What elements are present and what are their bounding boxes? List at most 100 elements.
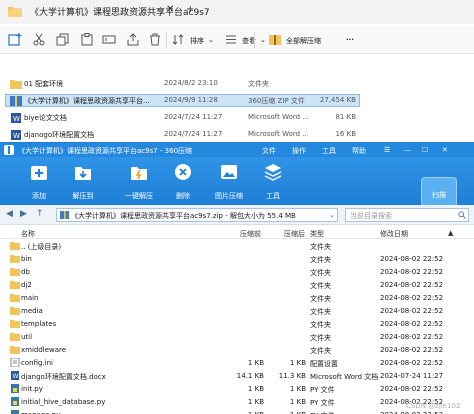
modified-date: 2024-08-02 22:52 (380, 255, 444, 263)
table-row[interactable]: db 文件夹 2024-08-02 22:52 (0, 266, 474, 278)
original-size: 1 KB (289, 359, 306, 367)
zip-app-icon (4, 145, 14, 155)
paste-icon[interactable] (80, 33, 94, 46)
table-row[interactable]: config.ini 1 KB 1 KB 配置设置 2024-08-02 22:52 (0, 357, 474, 369)
folder-icon (10, 268, 20, 276)
add-button[interactable]: 添加 (22, 163, 56, 203)
sort-button[interactable]: 排序 (190, 36, 204, 46)
zip-file-icon (10, 96, 22, 106)
menu-operate[interactable]: 操作 (292, 146, 306, 156)
file-name: .. (上级目录) (21, 243, 62, 251)
new-item-icon[interactable] (8, 33, 22, 46)
modified-date: 2024-08-02 22:52 (380, 320, 444, 328)
table-row[interactable]: bin 文件夹 2024-08-02 22:52 (0, 253, 474, 265)
search-input[interactable]: 当前目录搜索 (345, 208, 469, 222)
table-row[interactable]: util 文件夹 2024-08-02 22:52 (0, 331, 474, 343)
menu-tools[interactable]: 工具 (322, 146, 336, 156)
table-row[interactable]: initial_hive_database.py 1 KB 1 KB PY 文件 202… (0, 396, 474, 408)
original-size: 1 KB (289, 398, 306, 406)
extract-to-button[interactable]: 解压到 (66, 163, 100, 203)
file-type: 文件夹 (310, 243, 331, 251)
archive-file-list: .. (上级目录) 文件夹 bin 文件夹 2024-08-02 22:52 db 文件夹 2… (0, 240, 474, 414)
compressed-size: 1 KB (247, 398, 264, 406)
back-icon[interactable]: ◀ (6, 209, 13, 219)
close-tab-icon[interactable]: ✕ (166, 4, 174, 15)
watermark: CSDN @zjie102 (406, 402, 461, 410)
image-compress-icon (221, 165, 237, 179)
share-icon[interactable] (126, 33, 140, 46)
forward-icon[interactable]: ▶ (20, 209, 27, 219)
svg-text:W: W (13, 132, 20, 140)
view-icon[interactable] (224, 33, 238, 46)
copy-icon[interactable] (56, 33, 70, 46)
tools-button[interactable]: 工具 (256, 163, 290, 203)
table-row[interactable]: manage.py1 KB1 KBPY 文件2024-08-02 22:52 (0, 409, 474, 414)
maximize-icon[interactable]: ☐ (422, 146, 428, 154)
scan-button[interactable]: 扫描 (421, 177, 457, 207)
python-file-icon (11, 384, 19, 393)
up-folder-icon[interactable]: ↑ (36, 209, 44, 219)
table-row[interactable]: templates 文件夹 2024-08-02 22:52 (0, 318, 474, 330)
new-tab-icon[interactable]: + (186, 4, 194, 15)
sort-icon[interactable] (172, 33, 186, 46)
file-name: templates (21, 320, 57, 328)
table-row[interactable]: init.py 1 KB 1 KB PY 文件 2024-08-02 22:52 (0, 383, 474, 395)
zip-ribbon-toolbar: 添加 解压到 一键解压 删除 图片压缩 工具 扫描 (0, 157, 474, 207)
table-row[interactable]: media 文件夹 2024-08-02 22:52 (0, 305, 474, 317)
menu-help[interactable]: 帮助 (352, 146, 366, 156)
list-item-selected[interactable]: 《大学计算机》课程思政资源共享平台... 2024/9/9 11:28 360压… (0, 94, 474, 107)
one-click-extract-button[interactable]: 一键解压 (122, 163, 156, 203)
modified-date: 2024-08-02 22:52 (380, 385, 444, 393)
column-uncompressed[interactable]: 压缩后 (284, 229, 305, 239)
file-explorer-window: 《大学计算机》课程思政资源共享平台ac9s7 ✕ + 排序 ⌄ 查看 ⌄ 全部解… (0, 0, 474, 150)
table-row[interactable]: main 文件夹 2024-08-02 22:52 (0, 292, 474, 304)
more-options-icon[interactable]: ··· (346, 36, 354, 44)
cut-icon[interactable] (32, 33, 46, 46)
original-size: 11.3 KB (278, 372, 306, 380)
list-item[interactable]: W djanogo环境配置文档 2024/7/24 11:27 Microsof… (0, 129, 474, 141)
list-item[interactable]: 01 配套环境 2024/8/2 23:10 文件夹 (0, 78, 474, 90)
compressed-size: 1 KB (247, 359, 264, 367)
table-row[interactable]: .. (上级目录) 文件夹 (0, 240, 474, 252)
zip-window-title: 《大学计算机》课程思政资源共享平台ac9s7 - 360压缩 (18, 147, 193, 155)
extract-all-button[interactable]: 全部解压缩 (286, 36, 321, 46)
chevron-down-icon[interactable]: ⌄ (260, 36, 266, 44)
chevron-down-icon[interactable]: ⌄ (208, 36, 214, 44)
skin-icon[interactable]: ☰ (384, 146, 390, 154)
folder-icon (10, 80, 22, 89)
toolbar-divider (166, 32, 167, 48)
folder-icon (10, 307, 20, 315)
file-type: Microsoft Word 文档 (310, 373, 379, 381)
file-type: 文件夹 (310, 308, 331, 316)
chevron-down-icon[interactable]: ⌄ (329, 211, 335, 219)
file-name: util (21, 333, 33, 341)
file-type: PY 文件 (310, 386, 335, 394)
file-type: PY 文件 (310, 399, 335, 407)
folder-icon (10, 294, 20, 302)
delete-icon[interactable] (148, 33, 162, 46)
minimize-icon[interactable]: — (404, 146, 411, 154)
table-row[interactable]: xmiddleware 文件夹 2024-08-02 22:52 (0, 344, 474, 356)
sort-up-icon[interactable]: ▲ (448, 229, 453, 237)
file-type: 文件夹 (310, 256, 331, 264)
list-item[interactable]: W biye论文文档 2024/7/24 11:27 Microsoft Wor… (0, 112, 474, 124)
column-compressed[interactable]: 压缩前 (240, 229, 261, 239)
file-name: xmiddleware (21, 346, 67, 354)
table-row[interactable]: dj2 文件夹 2024-08-02 22:52 (0, 279, 474, 291)
column-modified[interactable]: 修改日期 (380, 229, 408, 239)
close-icon[interactable]: ✕ (442, 146, 448, 154)
image-compress-button[interactable]: 图片压缩 (212, 163, 246, 203)
delete-button[interactable]: 删除 (166, 163, 200, 203)
word-document-icon: W (11, 130, 21, 140)
compressed-size: 14.1 KB (236, 372, 264, 380)
column-name[interactable]: 名称 (21, 229, 35, 239)
tools-icon (264, 164, 282, 181)
column-type[interactable]: 类型 (310, 229, 324, 239)
archive-path-field[interactable]: 《大学计算机》课程思政资源共享平台ac9s7.zip - 解包大小为 55.4 … (56, 208, 380, 222)
rename-icon[interactable] (102, 33, 116, 46)
menu-file[interactable]: 文件 (262, 146, 276, 156)
folder-icon (10, 320, 20, 328)
table-row[interactable]: Wdjango环境配置文档.docx 14.1 KB 11.3 KB Microsof… (0, 370, 474, 382)
search-icon[interactable] (458, 211, 466, 219)
extract-all-icon[interactable] (268, 33, 282, 46)
